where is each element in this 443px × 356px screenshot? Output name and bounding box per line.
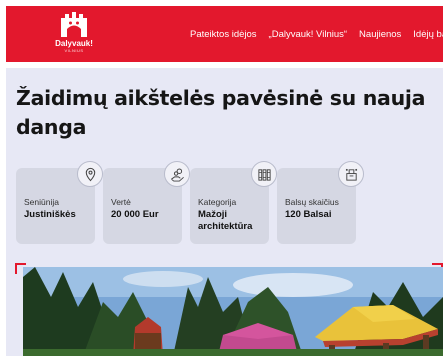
card-label: Seniūnija xyxy=(24,197,59,207)
castle-logo-icon xyxy=(61,12,87,37)
books-icon xyxy=(251,161,277,187)
card-value: 20 000 Eur xyxy=(111,209,159,220)
card-value: Justiniškės xyxy=(24,209,76,220)
main-nav: Pateiktos idėjos „Dalyvauk! Vilnius“ Nau… xyxy=(190,6,443,62)
info-card-votes: Balsų skaičius 120 Balsai xyxy=(277,161,364,244)
nav-item-dalyvauk-vilnius[interactable]: „Dalyvauk! Vilnius“ xyxy=(269,29,348,40)
info-card-category: Kategorija Mažoji architektūra xyxy=(190,161,277,244)
ballot-box-icon xyxy=(338,161,364,187)
nav-item-news[interactable]: Naujienos xyxy=(359,29,401,40)
site-logo[interactable]: Dalyvauk! VILNIUS xyxy=(28,10,120,60)
logo-subtitle: VILNIUS xyxy=(64,48,84,53)
card-label: Balsų skaičius xyxy=(285,197,339,207)
project-photo xyxy=(23,267,443,356)
site-header: Dalyvauk! VILNIUS Pateiktos idėjos „Daly… xyxy=(6,6,443,62)
playground-gazebo-illustration xyxy=(23,267,443,356)
card-label: Vertė xyxy=(111,197,131,207)
info-card-ward: Seniūnija Justiniškės xyxy=(16,161,103,244)
project-info-cards: Seniūnija Justiniškės Vertė 20 000 Eur K… xyxy=(16,161,443,244)
main-content: Žaidimų aikštelės pavėsinė su nauja dang… xyxy=(6,68,443,356)
info-card-value: Vertė 20 000 Eur xyxy=(103,161,190,244)
page-title: Žaidimų aikštelės pavėsinė su nauja dang… xyxy=(16,86,426,139)
card-value: 120 Balsai xyxy=(285,209,332,220)
map-pin-icon xyxy=(77,161,103,187)
hand-coins-icon xyxy=(164,161,190,187)
card-label: Kategorija xyxy=(198,197,237,207)
nav-item-submitted-ideas[interactable]: Pateiktos idėjos xyxy=(190,29,257,40)
card-value: Mažoji architektūra xyxy=(198,209,253,232)
logo-title: Dalyvauk! xyxy=(55,39,93,48)
nav-item-idea-bank[interactable]: Idėjų bankas xyxy=(413,29,443,40)
